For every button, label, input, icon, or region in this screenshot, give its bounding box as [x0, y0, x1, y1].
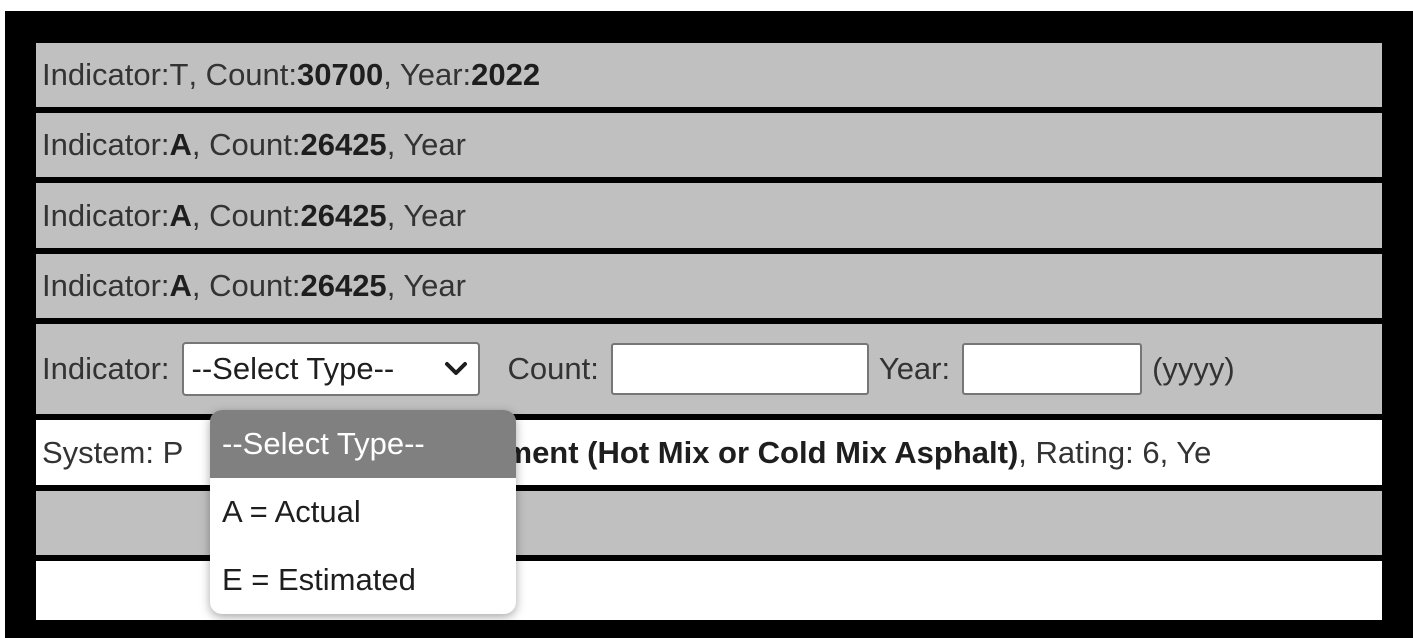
option-actual[interactable]: A = Actual — [210, 478, 516, 546]
count-value: 26425 — [300, 197, 387, 233]
indicator-label: Indicator: — [42, 197, 170, 233]
indicator-value: T — [169, 57, 189, 92]
option-select-type[interactable]: --Select Type-- — [210, 410, 516, 478]
system-name: ement (Hot Mix or Cold Mix Asphalt) — [487, 434, 1019, 470]
year-input[interactable] — [962, 343, 1143, 395]
year-field-label: Year: — [878, 351, 951, 386]
count-label: , Count: — [188, 57, 298, 92]
new-count-form-row: Indicator: --Select Type-- Count: Year: … — [36, 324, 1382, 414]
count-value: 30700 — [297, 57, 384, 92]
system-label: System: P — [42, 434, 184, 470]
indicator-type-dropdown-list: --Select Type-- A = Actual E = Estimated — [210, 410, 516, 614]
year-label: , Year — [386, 197, 466, 233]
count-row: Indicator: A , Count: 26425 , Year — [36, 113, 1382, 177]
count-label: , Count: — [191, 197, 301, 233]
indicator-label: Indicator: — [42, 268, 170, 303]
year-value: 2022 — [471, 57, 541, 92]
indicator-label: Indicator: — [42, 57, 170, 92]
rating-text: , Rating: 6, Ye — [1018, 434, 1212, 470]
indicator-value: A — [169, 268, 192, 303]
count-label: , Count: — [191, 127, 301, 162]
year-format-hint: (yyyy) — [1152, 351, 1235, 386]
year-label: , Year: — [383, 57, 472, 92]
count-input[interactable] — [610, 343, 869, 395]
chevron-down-icon — [444, 362, 467, 375]
option-estimated[interactable]: E = Estimated — [210, 546, 516, 614]
count-row: Indicator: A , Count: 26425 , Year — [36, 183, 1382, 248]
indicator-type-select-value: --Select Type-- — [191, 351, 395, 386]
count-row: Indicator: A , Count: 26425 , Year — [36, 254, 1382, 318]
indicator-label: Indicator: — [42, 127, 170, 162]
year-label: , Year — [386, 268, 466, 303]
count-value: 26425 — [300, 127, 387, 162]
indicator-value: A — [169, 127, 192, 162]
indicator-field-label: Indicator: — [42, 351, 170, 386]
indicator-type-select[interactable]: --Select Type-- — [181, 342, 480, 396]
count-value: 26425 — [300, 268, 387, 303]
count-field-label: Count: — [507, 351, 599, 386]
indicator-value: A — [169, 197, 192, 233]
count-row: Indicator: T , Count: 30700 , Year: 2022 — [36, 43, 1382, 107]
year-label: , Year — [386, 127, 466, 162]
count-label: , Count: — [191, 268, 301, 303]
